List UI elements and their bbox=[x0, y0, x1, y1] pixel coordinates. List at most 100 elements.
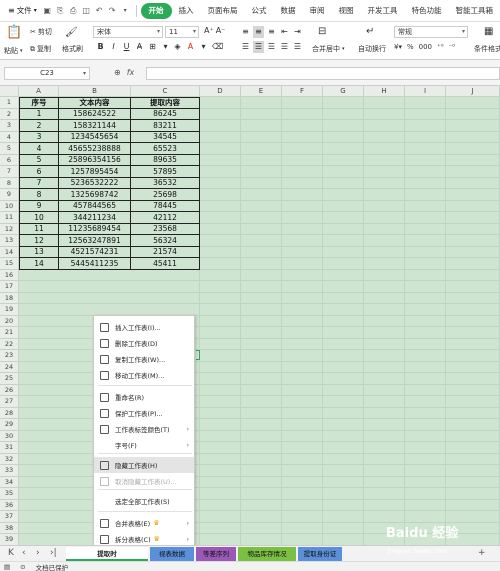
table-cell[interactable]: 1234545654 bbox=[59, 131, 131, 143]
context-menu-item[interactable]: 复制工作表(W)... bbox=[94, 351, 194, 367]
dropdown-icon[interactable]: ▾ bbox=[121, 6, 130, 16]
row-header[interactable]: 19 bbox=[0, 304, 19, 316]
row-header[interactable]: 14 bbox=[0, 246, 19, 258]
font-color-dropdown-icon[interactable]: ▾ bbox=[198, 41, 209, 53]
currency-icon[interactable]: ¥▾ bbox=[394, 43, 402, 51]
tab-special-features[interactable]: 特色功能 bbox=[405, 3, 449, 19]
wrap-text-icon[interactable]: ↵ bbox=[366, 26, 374, 37]
context-menu-item[interactable]: 插入工作表(I)... bbox=[94, 319, 194, 335]
context-menu-item[interactable]: 移动工作表(M)... bbox=[94, 367, 194, 383]
tab-data[interactable]: 数据 bbox=[274, 3, 303, 19]
row-header[interactable]: 23 bbox=[0, 350, 19, 362]
row-header[interactable]: 6 bbox=[0, 154, 19, 166]
sheet-tab[interactable]: 提取身份证 bbox=[298, 547, 342, 561]
align-center-icon[interactable]: ☰ bbox=[253, 41, 264, 53]
row-header[interactable]: 29 bbox=[0, 419, 19, 431]
bold-button[interactable]: B bbox=[95, 41, 106, 53]
increase-decimal-icon[interactable]: ⁺⁰ bbox=[437, 43, 444, 51]
copy-button[interactable]: ⧉ 复制 bbox=[30, 44, 51, 54]
table-cell[interactable]: 45655238888 bbox=[59, 143, 131, 155]
table-cell[interactable]: 89635 bbox=[131, 154, 200, 166]
fill-color-icon[interactable]: ◈ bbox=[172, 41, 183, 53]
column-header-f[interactable]: F bbox=[282, 86, 323, 97]
row-header[interactable]: 4 bbox=[0, 131, 19, 143]
table-cell[interactable]: 83211 bbox=[131, 120, 200, 132]
table-header-cell[interactable]: 序号 bbox=[19, 97, 59, 109]
row-header[interactable]: 21 bbox=[0, 327, 19, 339]
formula-input[interactable] bbox=[146, 67, 500, 80]
context-menu-item[interactable]: 字号(F) › bbox=[94, 437, 194, 453]
row-header[interactable]: 9 bbox=[0, 189, 19, 201]
sheet-tab[interactable]: 视表数据 bbox=[150, 547, 194, 561]
tab-developer[interactable]: 开发工具 bbox=[361, 3, 405, 19]
table-cell[interactable]: 34545 bbox=[131, 131, 200, 143]
tab-smart-toolbox[interactable]: 智能工具箱 bbox=[449, 3, 500, 19]
table-cell[interactable]: 13 bbox=[19, 246, 59, 258]
merge-center-icon[interactable]: ⊟ bbox=[318, 26, 326, 37]
row-header[interactable]: 12 bbox=[0, 223, 19, 235]
row-header[interactable]: 17 bbox=[0, 281, 19, 293]
row-header[interactable]: 3 bbox=[0, 120, 19, 132]
first-sheet-icon[interactable]: K bbox=[8, 548, 14, 558]
row-header[interactable]: 31 bbox=[0, 442, 19, 454]
table-cell[interactable]: 23568 bbox=[131, 223, 200, 235]
sheet-tab[interactable]: 提取时 bbox=[66, 547, 148, 561]
paste-button[interactable]: 📋 bbox=[6, 25, 22, 40]
row-header[interactable]: 22 bbox=[0, 338, 19, 350]
prev-sheet-icon[interactable]: ‹ bbox=[22, 548, 26, 558]
justify-icon[interactable]: ☰ bbox=[279, 41, 290, 53]
column-header-c[interactable]: C bbox=[131, 86, 200, 97]
row-header[interactable]: 39 bbox=[0, 534, 19, 545]
decrease-font-icon[interactable]: A⁻ bbox=[216, 26, 226, 35]
column-header-b[interactable]: B bbox=[59, 86, 131, 97]
table-header-cell[interactable]: 提取内容 bbox=[131, 97, 200, 109]
underline-button[interactable]: U bbox=[121, 41, 132, 53]
align-left-icon[interactable]: ☰ bbox=[240, 41, 251, 53]
table-cell[interactable]: 2 bbox=[19, 120, 59, 132]
indent-right-icon[interactable]: ⇥ bbox=[292, 26, 303, 38]
column-header-i[interactable]: I bbox=[405, 86, 446, 97]
print-icon[interactable]: ⎙ bbox=[69, 6, 78, 16]
row-header[interactable]: 18 bbox=[0, 292, 19, 304]
table-cell[interactable]: 9 bbox=[19, 200, 59, 212]
conditional-format-button[interactable]: 条件格式 bbox=[474, 44, 500, 54]
table-cell[interactable]: 1257895454 bbox=[59, 166, 131, 178]
column-header-d[interactable]: D bbox=[200, 86, 241, 97]
column-header-e[interactable]: E bbox=[241, 86, 282, 97]
table-cell[interactable]: 36532 bbox=[131, 177, 200, 189]
table-cell[interactable]: 5 bbox=[19, 154, 59, 166]
add-sheet-icon[interactable]: + bbox=[478, 548, 486, 558]
column-header-j[interactable]: J bbox=[446, 86, 500, 97]
table-cell[interactable]: 11235689454 bbox=[59, 223, 131, 235]
decrease-decimal-icon[interactable]: ⁻⁰ bbox=[449, 43, 456, 51]
align-right-icon[interactable]: ☰ bbox=[266, 41, 277, 53]
paste-label-button[interactable]: 粘贴 ▾ bbox=[4, 46, 23, 56]
table-cell[interactable]: 65523 bbox=[131, 143, 200, 155]
row-header[interactable]: 34 bbox=[0, 476, 19, 488]
table-cell[interactable]: 42112 bbox=[131, 212, 200, 224]
tab-home[interactable]: 开始 bbox=[140, 2, 172, 19]
table-cell[interactable]: 344211234 bbox=[59, 212, 131, 224]
align-bottom-icon[interactable]: ≡ bbox=[266, 26, 277, 38]
strikethrough-button[interactable]: A̶ bbox=[134, 41, 145, 53]
column-header-h[interactable]: H bbox=[364, 86, 405, 97]
zoom-icon[interactable]: ⊕ bbox=[114, 68, 121, 77]
number-format-select[interactable]: 常规 ▾ bbox=[394, 26, 468, 38]
conditional-format-icon[interactable]: ▦ bbox=[484, 26, 493, 37]
table-cell[interactable]: 158321144 bbox=[59, 120, 131, 132]
export-icon[interactable]: ⎘ bbox=[56, 6, 65, 16]
name-box[interactable]: C23 ▾ bbox=[4, 67, 90, 80]
row-header[interactable]: 15 bbox=[0, 258, 19, 270]
context-menu-item[interactable]: 保护工作表(P)... bbox=[94, 405, 194, 421]
table-cell[interactable]: 25896354156 bbox=[59, 154, 131, 166]
row-header[interactable]: 16 bbox=[0, 269, 19, 281]
file-menu-button[interactable]: ≡ 文件 ▾ bbox=[4, 3, 41, 19]
last-sheet-icon[interactable]: ›| bbox=[50, 548, 57, 558]
table-cell[interactable]: 1325698742 bbox=[59, 189, 131, 201]
row-header[interactable]: 8 bbox=[0, 177, 19, 189]
format-painter-icon-button[interactable]: 🖌 bbox=[65, 27, 78, 38]
context-menu-item[interactable]: 删除工作表(D) bbox=[94, 335, 194, 351]
table-cell[interactable]: 7 bbox=[19, 177, 59, 189]
table-cell[interactable]: 10 bbox=[19, 212, 59, 224]
row-header[interactable]: 30 bbox=[0, 430, 19, 442]
